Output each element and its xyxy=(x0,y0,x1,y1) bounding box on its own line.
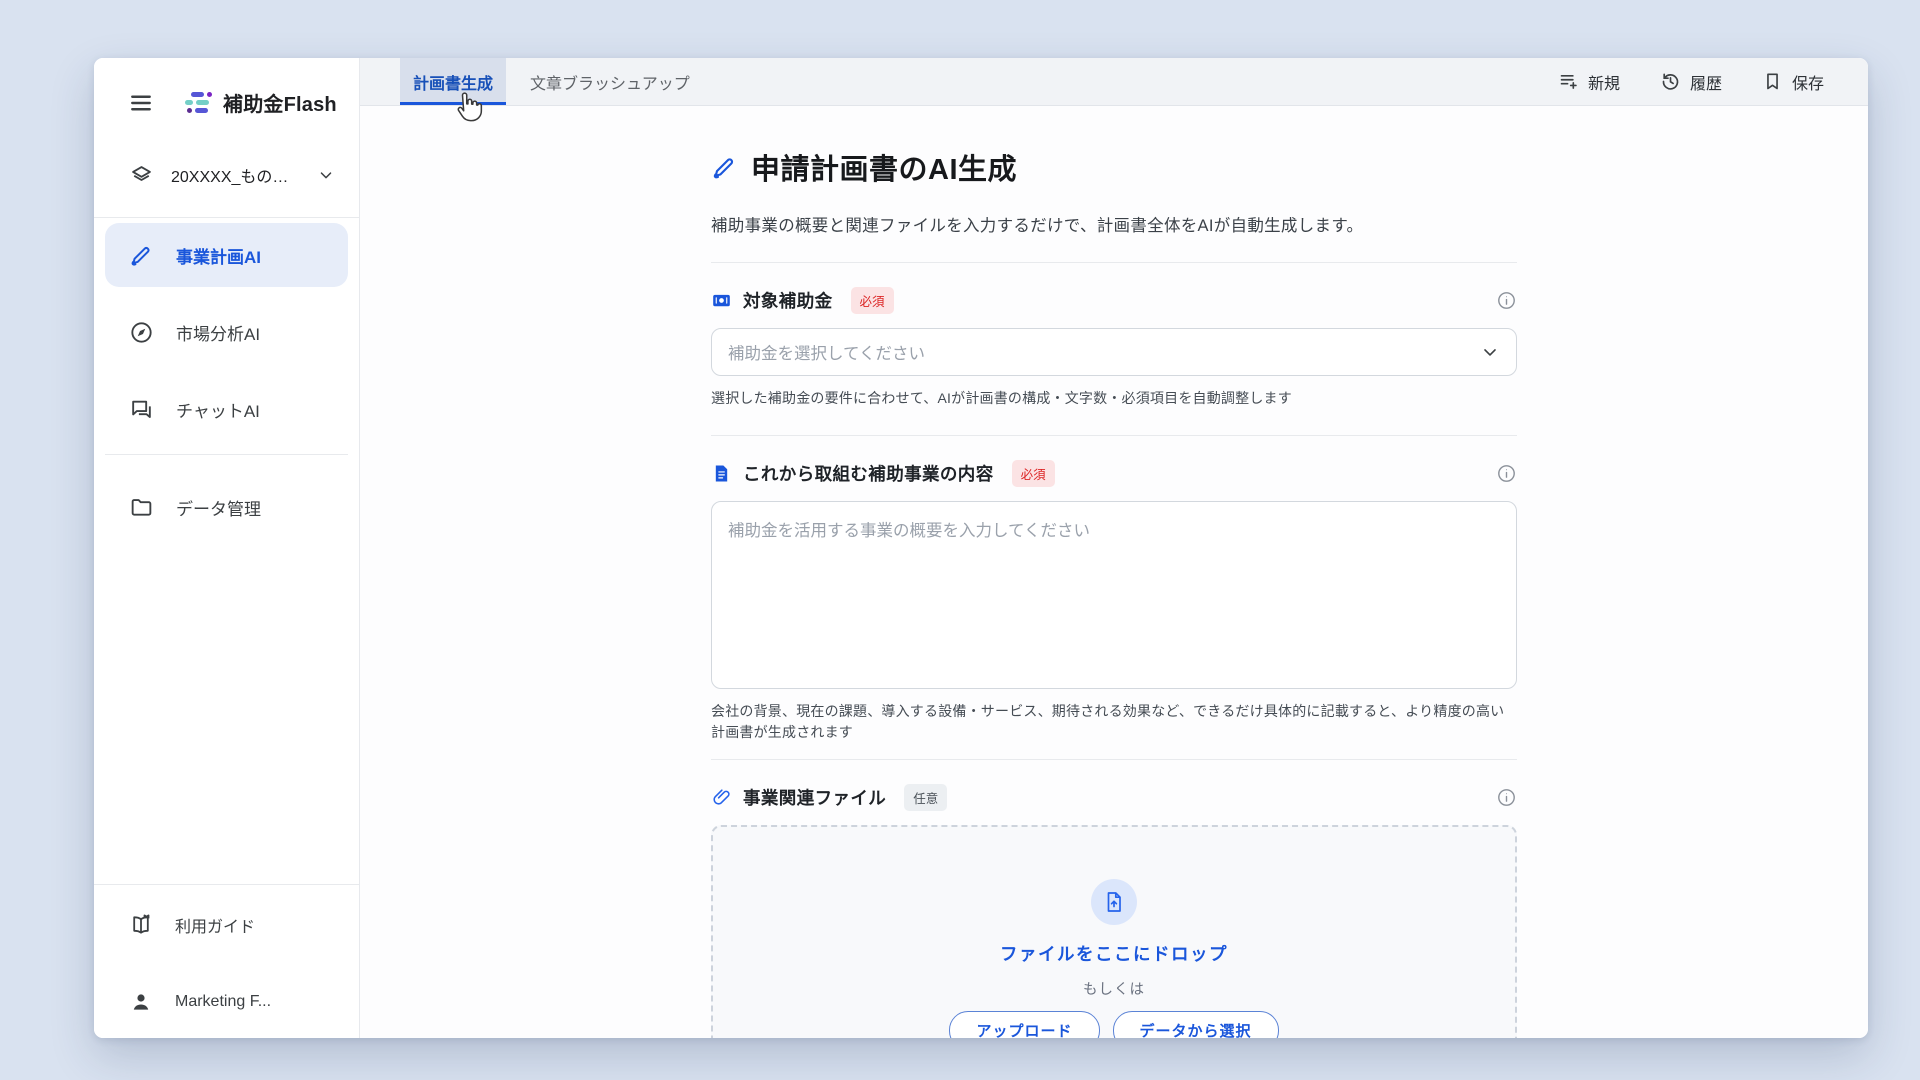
page-header: 申請計画書のAI生成 xyxy=(711,146,1517,188)
subsidy-select[interactable]: 補助金を選択してください xyxy=(711,328,1517,376)
sidebar-nav: 事業計画AI 市場分析AI チャットAI データ管理 xyxy=(94,223,359,552)
section-divider xyxy=(711,759,1517,760)
banknote-icon xyxy=(711,290,732,311)
layers-icon xyxy=(130,164,153,187)
page-title: 申請計画書のAI生成 xyxy=(751,146,1017,188)
sidebar-item-chat-ai[interactable]: チャットAI xyxy=(105,377,348,441)
top-toolbar: 計画書生成 文章ブラッシュアップ 新規 履歴 xyxy=(360,58,1868,106)
business-section-label: これから取組む補助事業の内容 xyxy=(743,461,994,486)
upload-button[interactable]: アップロード xyxy=(949,1011,1099,1038)
sidebar-divider xyxy=(94,884,359,885)
choose-from-data-button[interactable]: データから選択 xyxy=(1113,1011,1279,1038)
sidebar-item-business-plan-ai[interactable]: 事業計画AI xyxy=(105,223,348,287)
business-description-textarea[interactable] xyxy=(711,501,1517,689)
document-icon xyxy=(711,463,732,484)
guide-book-icon xyxy=(129,913,153,937)
files-section-header: 事業関連ファイル 任意 xyxy=(711,784,1517,811)
button-label: 保存 xyxy=(1792,70,1824,94)
info-icon[interactable] xyxy=(1496,787,1517,808)
desktop-background: 補助金Flash 20XXXX_もの… 事業計画AI 市場分析AI xyxy=(0,0,1920,1080)
chevron-down-icon xyxy=(317,166,335,184)
required-badge: 必須 xyxy=(1012,460,1055,487)
tab-label: 計画書生成 xyxy=(413,70,493,94)
history-button[interactable]: 履歴 xyxy=(1660,70,1722,94)
project-name: 20XXXX_もの… xyxy=(171,163,299,187)
section-divider xyxy=(711,435,1517,436)
page-subtitle: 補助事業の概要と関連ファイルを入力するだけで、計画書全体をAIが自動生成します。 xyxy=(711,212,1517,236)
sidebar-item-label: 利用ガイド xyxy=(175,913,255,937)
sidebar-item-label: チャットAI xyxy=(176,397,260,422)
page-content: 申請計画書のAI生成 補助事業の概要と関連ファイルを入力するだけで、計画書全体を… xyxy=(360,106,1868,1038)
button-label: 履歴 xyxy=(1690,70,1722,94)
subsidy-helper-text: 選択した補助金の要件に合わせて、AIが計画書の構成・文字数・必須項目を自動調整し… xyxy=(711,388,1517,409)
tab-text-brushup[interactable]: 文章ブラッシュアップ xyxy=(506,58,714,105)
files-section-label: 事業関連ファイル xyxy=(743,785,886,810)
chat-icon xyxy=(129,397,154,422)
app-logo[interactable]: 補助金Flash xyxy=(184,88,337,117)
project-selector[interactable]: 20XXXX_もの… xyxy=(94,163,359,187)
subsidy-section-label: 対象補助金 xyxy=(743,288,833,313)
folder-icon xyxy=(129,495,154,520)
sidebar-footer: 利用ガイド Marketing F... xyxy=(94,884,359,1038)
tab-label: 文章ブラッシュアップ xyxy=(530,70,690,94)
subsidy-select-placeholder: 補助金を選択してください xyxy=(728,340,1480,364)
chevron-down-icon xyxy=(1480,342,1500,362)
info-icon[interactable] xyxy=(1496,463,1517,484)
logo-text: 補助金Flash xyxy=(223,88,337,117)
sidebar-divider xyxy=(105,454,348,455)
tab-bar: 計画書生成 文章ブラッシュアップ xyxy=(400,58,714,105)
save-button[interactable]: 保存 xyxy=(1762,70,1824,94)
sidebar-header: 補助金Flash xyxy=(94,58,359,117)
sidebar-spacer xyxy=(94,552,359,884)
required-badge: 必須 xyxy=(851,287,894,314)
logo-mark-icon xyxy=(184,92,214,113)
dropzone-or-text: もしくは xyxy=(713,978,1515,999)
bookmark-icon xyxy=(1762,71,1783,92)
hamburger-menu-icon[interactable] xyxy=(128,90,154,116)
main-area: 計画書生成 文章ブラッシュアップ 新規 履歴 xyxy=(360,58,1868,1038)
dropzone-title: ファイルをここにドロップ xyxy=(713,941,1515,966)
new-document-icon xyxy=(1558,71,1579,92)
business-section-header: これから取組む補助事業の内容 必須 xyxy=(711,460,1517,487)
sidebar-divider xyxy=(94,217,359,218)
section-divider xyxy=(711,262,1517,263)
paperclip-icon xyxy=(711,787,732,808)
toolbar-actions: 新規 履歴 保存 xyxy=(1558,58,1824,105)
sidebar-item-label: Marketing F... xyxy=(175,993,271,1011)
app-window: 補助金Flash 20XXXX_もの… 事業計画AI 市場分析AI xyxy=(94,58,1868,1038)
upload-icon-circle xyxy=(1091,879,1137,925)
sidebar-item-data-management[interactable]: データ管理 xyxy=(105,475,348,539)
subsidy-section-header: 対象補助金 必須 xyxy=(711,287,1517,314)
user-icon xyxy=(129,990,153,1014)
sidebar-item-account[interactable]: Marketing F... xyxy=(94,972,359,1032)
sidebar-item-user-guide[interactable]: 利用ガイド xyxy=(94,895,359,955)
dropzone-buttons: アップロード データから選択 xyxy=(713,1011,1515,1038)
history-icon xyxy=(1660,71,1681,92)
file-upload-icon xyxy=(1102,890,1126,914)
sidebar: 補助金Flash 20XXXX_もの… 事業計画AI 市場分析AI xyxy=(94,58,360,1038)
optional-badge: 任意 xyxy=(904,784,947,811)
button-label: 新規 xyxy=(1588,70,1620,94)
business-helper-text: 会社の背景、現在の課題、導入する設備・サービス、期待される効果など、できるだけ具… xyxy=(711,701,1517,743)
info-icon[interactable] xyxy=(1496,290,1517,311)
new-button[interactable]: 新規 xyxy=(1558,70,1620,94)
sidebar-item-label: データ管理 xyxy=(176,495,261,520)
sidebar-item-market-analysis-ai[interactable]: 市場分析AI xyxy=(105,300,348,364)
sidebar-item-label: 事業計画AI xyxy=(176,243,261,268)
sidebar-item-label: 市場分析AI xyxy=(176,320,260,345)
file-dropzone[interactable]: ファイルをここにドロップ もしくは アップロード データから選択 対応: PDF… xyxy=(711,825,1517,1038)
compass-icon xyxy=(129,320,154,345)
tab-plan-generation[interactable]: 計画書生成 xyxy=(400,58,506,105)
pencil-icon xyxy=(129,243,154,268)
edit-pencil-icon xyxy=(711,154,738,181)
